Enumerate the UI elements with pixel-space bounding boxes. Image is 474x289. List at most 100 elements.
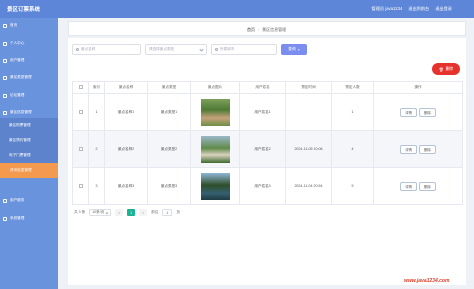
batch-delete-button[interactable]: 🗑 删除 [432,63,460,75]
count-cell: 5 [331,167,374,205]
breadcrumb-home[interactable]: 首页 [247,27,255,32]
row-checkbox[interactable] [78,109,83,114]
sidebar-item-profile[interactable]: 个人中心 [0,36,58,51]
info-icon [3,110,7,115]
image-cell [190,130,240,168]
goto-page-input[interactable]: 1 [162,209,173,216]
app-title: 景区订票系统 [7,7,41,13]
count-cell: 4 [331,130,374,168]
data-table: 索引 景点名称 景点类型 景点图片 用户姓名 预定时间 预定人数 操作 1 景点… [72,81,463,205]
sidebar-item-users[interactable]: 用户管理 [0,53,58,68]
prev-page-button[interactable]: < [115,209,124,216]
sidebar-item-home[interactable]: 首页 [0,18,58,33]
sidebar-item-label: 用户管理 [10,58,25,62]
column-header: 景点类型 [147,81,191,94]
name-cell: 景点名称2 [104,130,148,168]
row-checkbox[interactable] [78,183,83,188]
total-count: 共 3 条 [74,210,86,214]
sidebar-item-forum[interactable]: 论坛管理 [0,88,58,103]
sidebar-item-service[interactable]: 用户服务 [0,193,58,208]
main-content: 景点名称 请选择景点类型 所属城市 查询 ⌕ 🗑 删除 索引 景点名称 景点类型 景… [68,38,466,285]
next-page-button[interactable]: > [139,209,148,216]
delete-button[interactable]: 删除 [419,144,436,154]
index-cell: 2 [88,130,105,168]
pagination: 共 3 条 10条/页 < 1 > 前往 1 页 [74,209,180,216]
top-right-links: 管理员 java1234 退出到前台 退出登录 [372,6,452,12]
delete-button[interactable]: 删除 [419,107,436,117]
sidebar-item-reservation[interactable]: 景区预约管理 [0,133,58,148]
gear-icon [3,216,7,221]
actions-cell: 详情 删除 [373,93,463,131]
sidebar-item-label: 用户服务 [10,198,25,202]
row-select-cell[interactable] [72,93,89,131]
page-size-value: 10条/页 [92,210,105,214]
time-cell [285,93,332,131]
delete-button[interactable]: 删除 [419,181,436,191]
watermark: www.java1234.com [404,278,450,284]
search-icon [215,48,218,51]
table-row: 2 景点名称2 景点类型2 用户姓名2 2024-11-05 10:06 4 详… [72,130,463,168]
current-page-button[interactable]: 1 [127,209,136,216]
query-button[interactable]: 查询 ⌕ [281,44,307,55]
home-icon [3,23,7,28]
name-cell: 景点名称1 [104,93,148,131]
row-checkbox[interactable] [78,146,83,151]
column-header: 操作 [373,81,463,94]
sidebar-item-label: 电子门票管理 [9,153,31,157]
query-label: 查询 [288,47,296,51]
home-link[interactable]: 退出到前台 [408,6,429,12]
index-cell: 1 [88,93,105,131]
input-placeholder: 景点名称 [81,47,96,51]
breadcrumb: 首页 / 景区信息管理 [247,27,287,32]
sidebar-item-label: 资讯信息管理 [10,168,32,172]
page-size-select[interactable]: 10条/页 [89,209,112,216]
column-header: 景点名称 [104,81,148,94]
sidebar-item-label: 首页 [10,23,18,27]
column-header: 预定人数 [331,81,374,94]
user-label: 管理员 java1234 [371,6,403,11]
sidebar-item-ticket-purchase[interactable]: 景区购票管理 [0,118,58,133]
row-select-cell[interactable] [72,130,89,168]
count-cell: 1 [331,93,374,131]
table-row: 3 景点名称3 景点类型3 用户姓名3 2024-11-04 20:54 5 详… [72,167,463,205]
type-cell: 景点类型3 [147,167,191,205]
type-cell: 景点类型1 [147,93,191,131]
user-cell: 用户姓名2 [239,130,286,168]
detail-button[interactable]: 详情 [400,144,417,154]
search-icon [76,48,79,51]
sidebar-item-news[interactable]: 资讯信息管理 [0,163,58,178]
sidebar-item-label: 景区类型管理 [10,75,32,79]
users-icon [3,58,7,63]
search-icon: ⌕ [297,47,300,52]
user-cell: 用户姓名1 [239,93,286,131]
scenic-type-select[interactable]: 请选择景点类型 [145,44,207,55]
image-cell [190,167,240,205]
forum-icon [3,93,7,98]
row-select-cell[interactable] [72,167,89,205]
table-row: 1 景点名称1 景点类型1 用户姓名1 1 详情 删除 [72,93,463,131]
sidebar-item-scenic-types[interactable]: 景区类型管理 [0,70,58,85]
input-placeholder: 所属城市 [220,47,235,51]
actions-cell: 详情 删除 [373,130,463,168]
sidebar-item-e-ticket[interactable]: 电子门票管理 [0,148,58,163]
city-input[interactable]: 所属城市 [211,44,277,55]
breadcrumb-bar: 首页 / 景区信息管理 [68,21,466,36]
detail-button[interactable]: 详情 [400,181,417,191]
top-bar: 景区订票系统 管理员 java1234 退出到前台 退出登录 [0,0,474,18]
table-header-row: 索引 景点名称 景点类型 景点图片 用户姓名 预定时间 预定人数 操作 [72,81,463,94]
sidebar: 首页 个人中心 用户管理 景区类型管理 论坛管理 景区信息管理 景区购票管理 景… [0,18,58,289]
detail-button[interactable]: 详情 [400,107,417,117]
scenic-name-input[interactable]: 景点名称 [72,44,141,55]
list-icon [3,75,7,80]
trash-icon: 🗑 [438,67,444,72]
select-all-checkbox[interactable] [78,85,83,89]
column-header: 索引 [88,81,105,94]
logout-link[interactable]: 退出登录 [435,6,452,12]
name-cell: 景点名称3 [104,167,148,205]
service-icon [3,198,7,203]
select-all-header[interactable] [72,81,89,94]
sidebar-item-system[interactable]: 系统管理 [0,211,58,226]
sidebar-item-label: 景区信息管理 [10,110,32,114]
scenic-image [200,172,230,200]
sidebar-item-label: 论坛管理 [10,93,25,97]
